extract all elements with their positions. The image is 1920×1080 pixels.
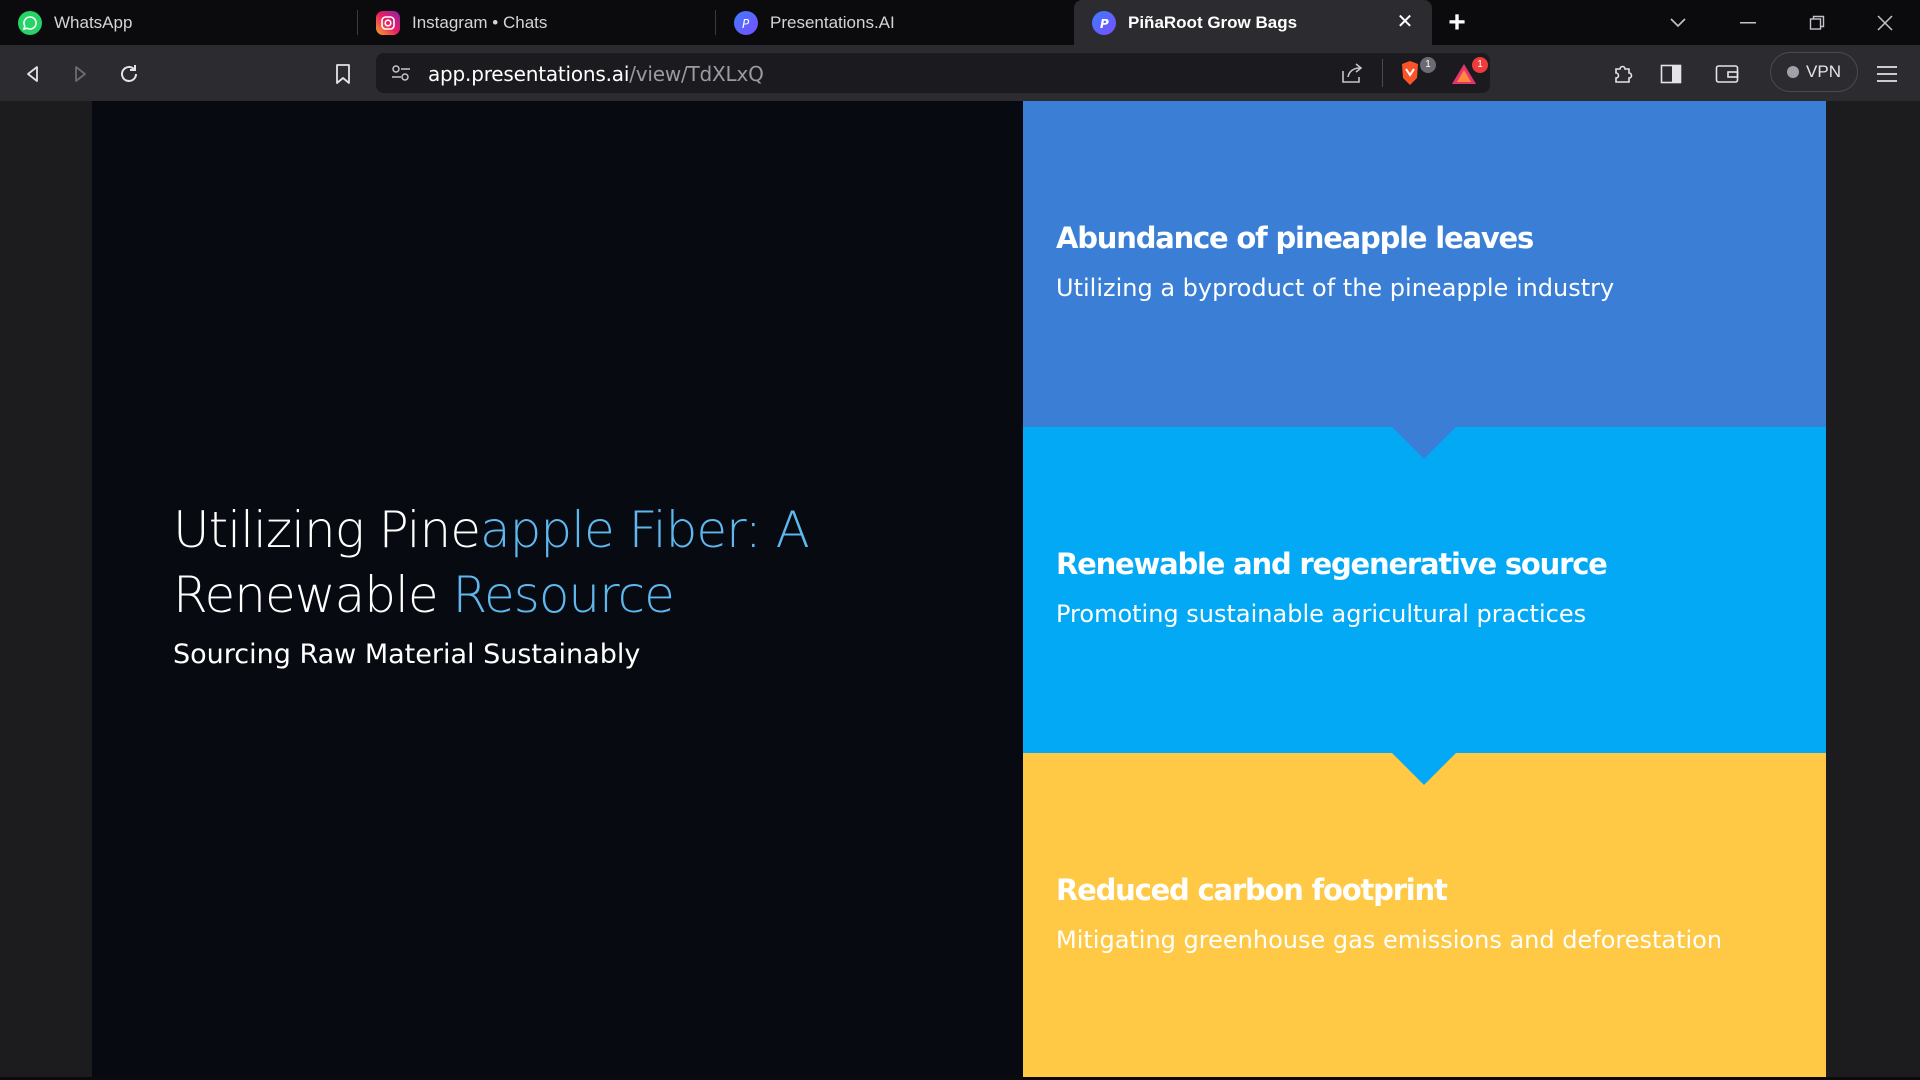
card-text: Utilizing a byproduct of the pineapple i… [1056,274,1615,302]
title-part-3: Renewable [173,566,453,624]
presentations-ai-icon: P [1092,10,1116,35]
presentation-viewport: Utilizing Pineapple Fiber: A Renewable Re… [0,101,1920,1080]
slide-title: Utilizing Pineapple Fiber: A Renewable Re… [173,498,873,628]
vpn-button[interactable]: VPN [1770,52,1858,92]
tab-whatsapp[interactable]: WhatsApp [0,0,358,45]
bookmark-button[interactable] [326,57,360,91]
presentations-ai-icon: P [734,10,758,35]
card-heading: Renewable and regenerative source [1056,547,1608,581]
wallet-icon[interactable] [1710,57,1744,91]
share-icon[interactable] [1340,62,1364,89]
url-text[interactable]: app.presentations.ai/view/TdXLxQ [428,62,764,86]
close-tab-icon[interactable]: ✕ [1394,11,1416,33]
card-text: Promoting sustainable agricultural pract… [1056,600,1587,628]
sidebar-toggle-icon[interactable] [1654,57,1688,91]
slide-subtitle: Sourcing Raw Material Sustainably [173,639,641,670]
tab-instagram[interactable]: Instagram • Chats [358,0,716,45]
title-part-2: apple Fiber: A [480,501,810,559]
minimize-icon[interactable] [1713,0,1783,45]
address-bar[interactable]: app.presentations.ai/view/TdXLxQ 1 1 [376,53,1490,93]
svg-text:P: P [1100,17,1109,30]
title-part-1: Utilizing Pine [173,501,481,559]
back-button[interactable] [16,57,50,91]
card-heading: Reduced carbon footprint [1056,873,1448,907]
card-pointer [1392,753,1456,785]
feature-card: Abundance of pineapple leaves Utilizing … [1023,101,1826,427]
slide-title-panel: Utilizing Pineapple Fiber: A Renewable Re… [92,101,1024,1080]
url-domain: app.presentations.ai [428,62,630,86]
tab-pinaroot-grow-bags[interactable]: P PiñaRoot Grow Bags ✕ [1074,0,1432,45]
browser-toolbar: app.presentations.ai/view/TdXLxQ 1 1 VPN [0,45,1920,101]
restore-icon[interactable] [1782,0,1852,45]
viewport-margin [1826,101,1920,1080]
feature-card: Renewable and regenerative source Promot… [1023,427,1826,753]
instagram-icon [376,10,400,35]
tab-label: Instagram • Chats [412,12,548,32]
close-window-icon[interactable] [1850,0,1920,45]
new-tab-button[interactable]: + [1432,0,1482,45]
tab-search-chevron-icon[interactable] [1643,0,1713,45]
reload-button[interactable] [112,57,146,91]
tab-strip: WhatsApp Instagram • Chats P Presentatio… [0,0,1920,45]
vpn-label: VPN [1806,62,1841,81]
tab-presentations-ai[interactable]: P Presentations.AI [716,0,1074,45]
extensions-icon[interactable] [1606,57,1640,91]
divider [1382,59,1383,87]
card-pointer [1392,427,1456,459]
vpn-status-icon [1787,66,1800,78]
rewards-count-badge: 1 [1472,57,1488,73]
whatsapp-icon [18,10,42,35]
tab-label: Presentations.AI [770,12,895,32]
feature-card: Reduced carbon footprint Mitigating gree… [1023,753,1826,1080]
site-settings-icon[interactable] [390,63,412,88]
title-part-4: Resource [452,566,675,624]
shields-count-badge: 1 [1420,57,1436,73]
forward-button[interactable] [63,57,97,91]
menu-icon[interactable] [1870,57,1904,91]
svg-text:P: P [742,17,750,30]
card-text: Mitigating greenhouse gas emissions and … [1056,926,1723,954]
card-heading: Abundance of pineapple leaves [1056,221,1534,255]
url-path: /view/TdXLxQ [629,62,764,86]
tab-label: PiñaRoot Grow Bags [1128,12,1298,32]
tab-label: WhatsApp [54,12,133,32]
